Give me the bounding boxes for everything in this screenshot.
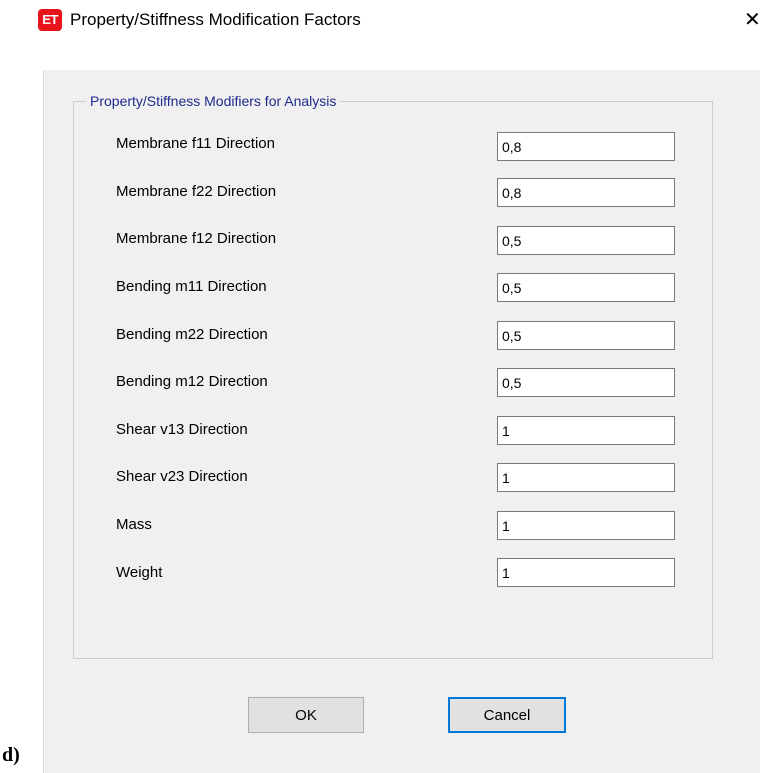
membrane-f11-label: Membrane f11 Direction	[116, 135, 275, 152]
membrane-f12-label: Membrane f12 Direction	[116, 230, 277, 247]
shear-v23-label: Shear v23 Direction	[116, 468, 248, 485]
membrane-f12-input[interactable]	[497, 226, 675, 255]
bending-m12-input[interactable]	[497, 368, 675, 397]
weight-input[interactable]	[497, 558, 675, 587]
membrane-f22-input[interactable]	[497, 178, 675, 207]
shear-v13-label: Shear v13 Direction	[116, 421, 248, 438]
groupbox-title: Property/Stiffness Modifiers for Analysi…	[86, 92, 341, 110]
cancel-button[interactable]: Cancel	[448, 697, 566, 733]
etabs-app-icon: ET	[38, 9, 62, 31]
mass-label: Mass	[116, 516, 152, 533]
membrane-f11-input[interactable]	[497, 132, 675, 161]
weight-label: Weight	[116, 564, 163, 581]
bending-m12-label: Bending m12 Direction	[116, 373, 268, 390]
shear-v13-input[interactable]	[497, 416, 675, 445]
window-title: Property/Stiffness Modification Factors	[70, 10, 361, 29]
figure-caption: d)	[2, 744, 20, 766]
membrane-f22-label: Membrane f22 Direction	[116, 183, 277, 200]
close-icon[interactable]: ✕	[744, 8, 760, 32]
shear-v23-input[interactable]	[497, 463, 675, 492]
ok-button[interactable]: OK	[248, 697, 364, 733]
bending-m22-label: Bending m22 Direction	[116, 326, 268, 343]
bending-m22-input[interactable]	[497, 321, 675, 350]
mass-input[interactable]	[497, 511, 675, 540]
bending-m11-input[interactable]	[497, 273, 675, 302]
bending-m11-label: Bending m11 Direction	[116, 278, 267, 295]
title-bar: ET Property/Stiffness Modification Facto…	[0, 0, 760, 42]
